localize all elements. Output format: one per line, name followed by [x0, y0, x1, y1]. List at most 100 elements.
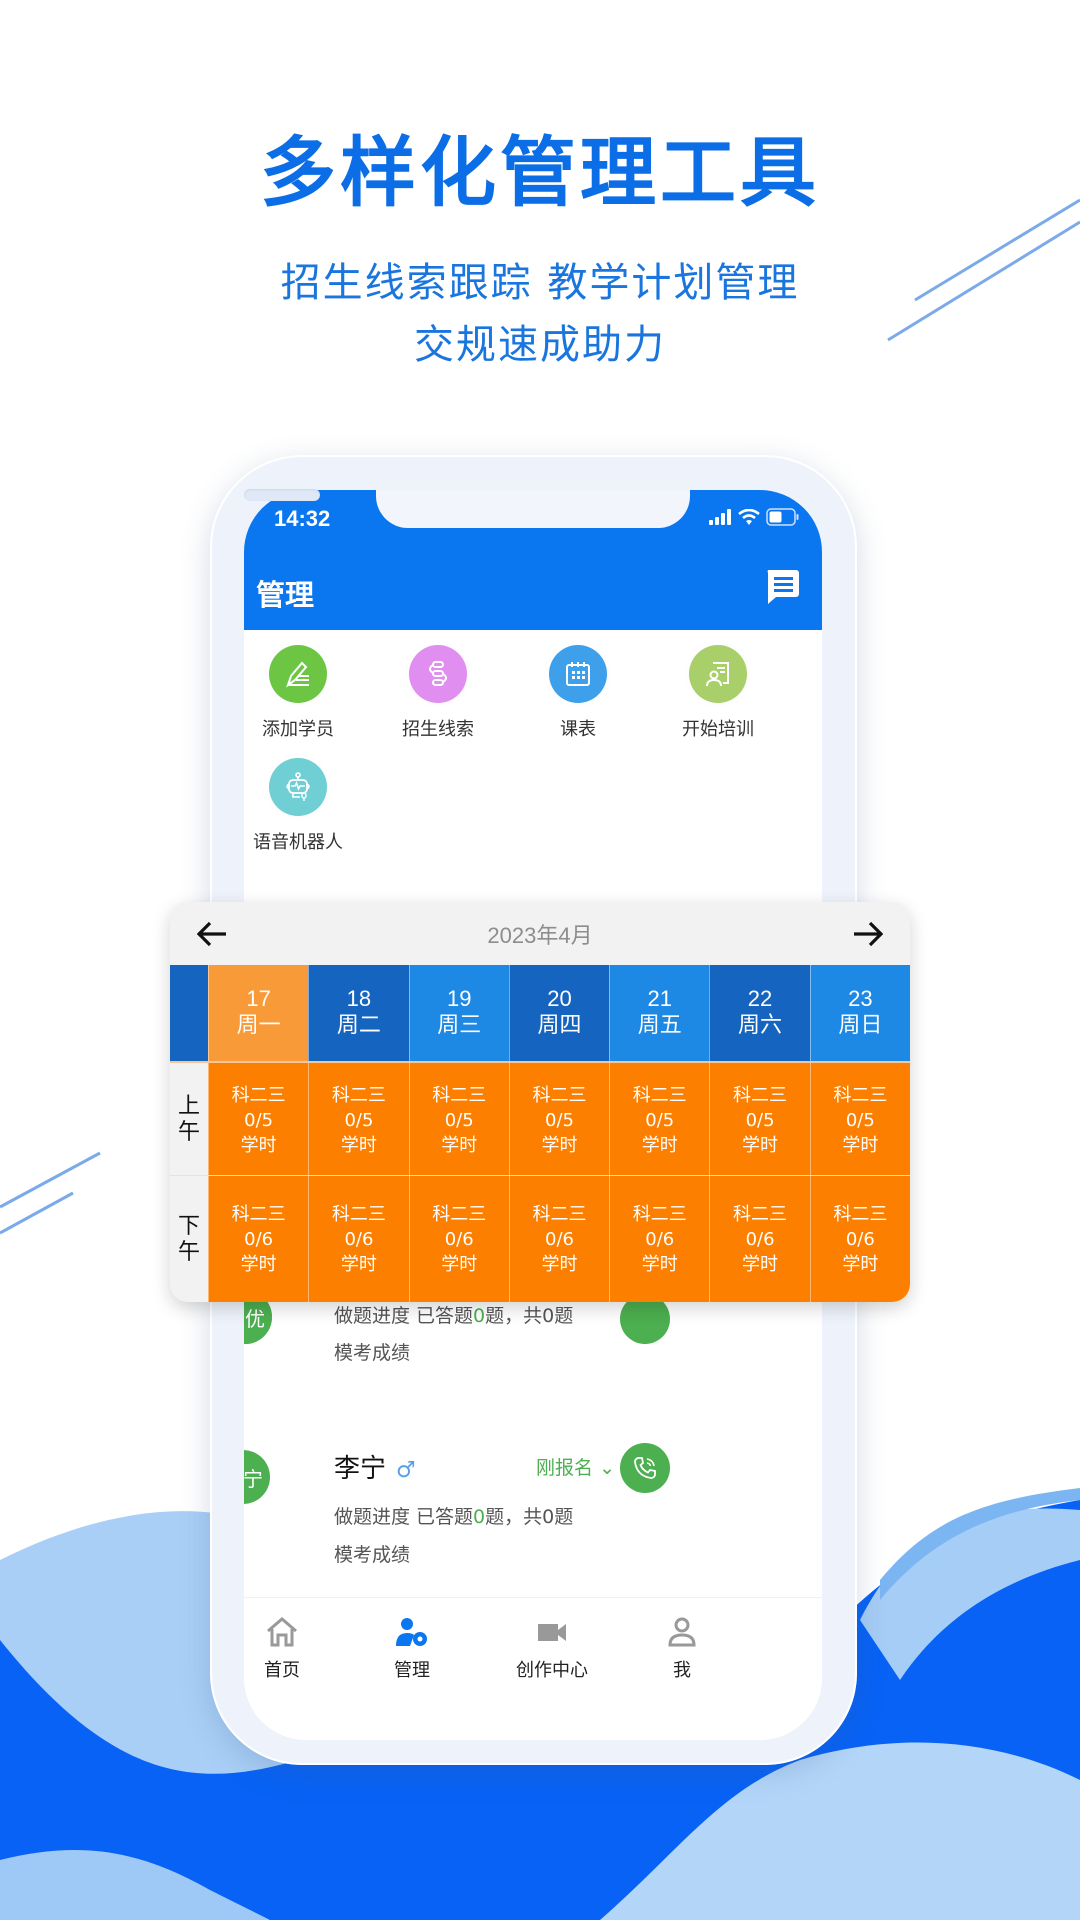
tab-me[interactable]: 我 — [612, 1616, 752, 1682]
schedule-slot-cell[interactable]: 科二三 0/6 学时 — [809, 1176, 910, 1302]
progress-suffix: 题，共0题 — [485, 1506, 574, 1528]
day-number: 22 — [747, 986, 773, 1011]
slot-unit: 学时 — [842, 1254, 879, 1275]
page-title: 管理 — [256, 578, 315, 612]
quick-action-label: 语音机器人 — [253, 832, 343, 853]
schedule-slot-cell[interactable]: 科二三 0/6 学时 — [408, 1176, 509, 1302]
day-number: 18 — [346, 986, 372, 1011]
slot-unit: 学时 — [541, 1134, 578, 1156]
slot-unit: 学时 — [842, 1134, 879, 1156]
tab-creation-center[interactable]: 创作中心 — [482, 1616, 622, 1682]
weekday-label: 周二 — [336, 1013, 381, 1038]
slot-count: 0/6 — [645, 1229, 675, 1250]
flow-icon — [409, 645, 467, 703]
quick-action-start-training[interactable]: 开始培训 — [648, 645, 788, 741]
slot-subject: 科二三 — [331, 1204, 386, 1225]
day-header-cell[interactable]: 19 周三 — [408, 965, 509, 1061]
status-icons — [708, 508, 800, 526]
pen-list-icon — [269, 645, 327, 703]
quick-action-leads[interactable]: 招生线索 — [368, 645, 508, 741]
slot-subject: 科二三 — [231, 1084, 286, 1106]
schedule-slot-cell[interactable]: 科二三 0/6 学时 — [609, 1176, 710, 1302]
promo-subline-1: 招生线索跟踪 教学计划管理 — [280, 260, 800, 306]
day-number: 17 — [246, 986, 271, 1011]
slot-count: 0/6 — [745, 1229, 775, 1250]
quick-action-timetable[interactable]: 课表 — [508, 645, 648, 741]
app-bar: 14:32 管理 — [244, 490, 822, 630]
status-label: 刚报名 — [536, 1457, 594, 1479]
status-time: 14:32 — [274, 506, 331, 531]
slot-subject: 科二三 — [432, 1204, 487, 1225]
calendar-header: 2023年4月 — [170, 902, 910, 965]
slot-unit: 学时 — [641, 1134, 678, 1156]
slot-count: 0/5 — [845, 1109, 875, 1131]
slot-unit: 学时 — [441, 1134, 478, 1156]
slot-count: 0/6 — [344, 1229, 374, 1250]
schedule-slot-cell[interactable]: 科二三 0/5 学时 — [408, 1063, 509, 1177]
tab-home[interactable]: 首页 — [244, 1616, 352, 1682]
progress-suffix: 题，共0题 — [485, 1305, 574, 1327]
tab-label: 我 — [673, 1660, 691, 1681]
avatar: 李宁 — [244, 1450, 270, 1504]
schedule-slot-cell[interactable]: 科二三 0/5 学时 — [208, 1063, 309, 1177]
slot-count: 0/5 — [344, 1109, 374, 1131]
schedule-slot-cell[interactable]: 科二三 0/5 学时 — [809, 1063, 910, 1177]
schedule-slot-cell[interactable]: 科二三 0/5 学时 — [308, 1063, 409, 1177]
slot-count: 0/6 — [545, 1229, 574, 1250]
month-label: 2023年4月 — [487, 923, 593, 948]
tab-label: 管理 — [394, 1660, 430, 1681]
slot-count: 0/5 — [444, 1109, 474, 1131]
slot-unit: 学时 — [240, 1254, 277, 1275]
slot-subject: 科二三 — [632, 1084, 687, 1106]
slot-subject: 科二三 — [632, 1204, 687, 1225]
promo-subline-2: 交规速成助力 — [414, 322, 666, 368]
day-header-cell[interactable]: 18 周二 — [308, 965, 409, 1061]
weekday-label: 周一 — [236, 1013, 281, 1038]
schedule-slot-cell[interactable]: 科二三 0/6 学时 — [508, 1176, 610, 1302]
deco-line — [0, 1191, 74, 1235]
slot-subject: 科二三 — [432, 1084, 487, 1106]
progress-prefix: 做题进度 已答题 — [334, 1305, 474, 1327]
day-header-cell[interactable]: 20 周四 — [508, 965, 610, 1061]
day-header-cell[interactable]: 17 周一 — [208, 965, 309, 1061]
slot-label: 上午 — [177, 1094, 200, 1145]
day-header-cell[interactable]: 23 周日 — [809, 965, 910, 1061]
student-list-item[interactable]: 李宁 李宁 ♂ 刚报名 ⌄ 做题进度 已答题0题，共0题 模考成绩 — [244, 1440, 822, 1590]
progress-prefix: 做题进度 已答题 — [334, 1506, 474, 1528]
day-number: 20 — [547, 986, 572, 1011]
quick-action-label: 开始培训 — [682, 719, 754, 740]
progress-text: 做题进度 已答题0题，共0题 — [334, 1301, 573, 1328]
slot-count: 0/5 — [745, 1109, 775, 1131]
schedule-slot-cell[interactable]: 科二三 0/6 学时 — [308, 1176, 409, 1302]
schedule-slot-cell[interactable]: 科二三 0/6 学时 — [208, 1176, 309, 1302]
next-month-button[interactable] — [848, 914, 888, 954]
slot-row-morning: 上午 科二三 0/5 学时 科二三 0/5 学时 科二三 0/5 学时 科二三 0/5 学时 科二三 0/… — [170, 1061, 910, 1177]
call-button[interactable] — [620, 1443, 670, 1493]
tab-manage[interactable]: 管理 — [342, 1616, 482, 1682]
slot-subject: 科二三 — [532, 1204, 587, 1225]
slot-subject: 科二三 — [833, 1084, 888, 1106]
quick-action-add-student[interactable]: 添加学员 — [244, 645, 368, 741]
schedule-slot-cell[interactable]: 科二三 0/5 学时 — [609, 1063, 710, 1177]
tab-label: 首页 — [264, 1660, 300, 1681]
slot-unit: 学时 — [441, 1254, 478, 1275]
slot-unit: 学时 — [541, 1254, 578, 1275]
day-header-cell[interactable]: 22 周六 — [709, 965, 810, 1061]
quick-action-voice-robot[interactable]: 语音机器人 — [244, 758, 368, 854]
mock-score-label: 模考成绩 — [334, 1544, 411, 1566]
status-dropdown[interactable]: 刚报名 ⌄ — [536, 1453, 615, 1480]
schedule-slot-cell[interactable]: 科二三 0/5 学时 — [508, 1063, 610, 1177]
slot-subject: 科二三 — [733, 1084, 788, 1106]
quick-action-label: 招生线索 — [402, 719, 474, 740]
calendar-icon — [549, 645, 607, 703]
day-header-cell[interactable]: 21 周五 — [609, 965, 710, 1061]
schedule-slot-cell[interactable]: 科二三 0/5 学时 — [709, 1063, 810, 1177]
schedule-slot-cell[interactable]: 科二三 0/6 学时 — [709, 1176, 810, 1302]
weekday-label: 周六 — [738, 1013, 783, 1038]
male-icon: ♂ — [396, 1458, 416, 1483]
slot-unit: 学时 — [742, 1254, 779, 1275]
slot-unit: 学时 — [240, 1134, 277, 1156]
message-button[interactable] — [764, 568, 800, 606]
answered-count: 0 — [473, 1305, 486, 1327]
slot-row-afternoon: 下午 科二三 0/6 学时 科二三 0/6 学时 科二三 0/6 学时 科二三 0/6 学时 科二三 0/… — [170, 1175, 910, 1302]
